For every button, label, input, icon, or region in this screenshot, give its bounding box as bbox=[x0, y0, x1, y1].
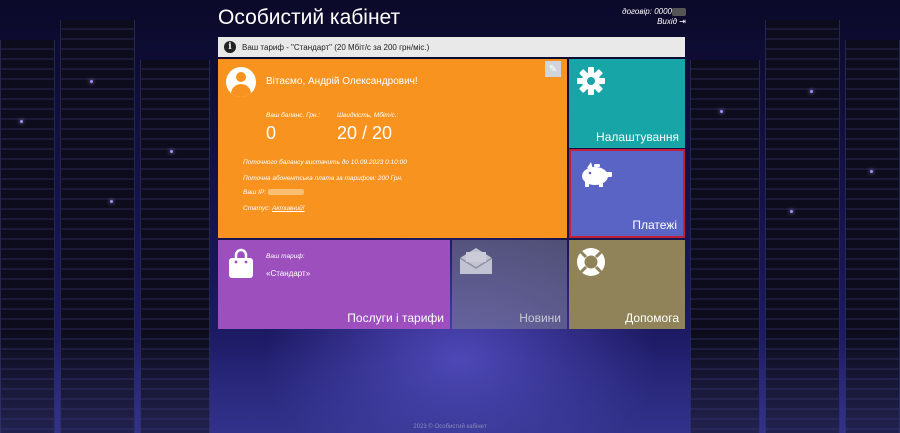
status-label: Статус: bbox=[243, 205, 271, 212]
status-row: Статус: Активний! bbox=[243, 205, 305, 212]
footer-copyright: 2023 © Особистий кабінет bbox=[413, 424, 487, 430]
envelope-icon bbox=[459, 248, 493, 274]
current-tariff-label: Ваш тариф: bbox=[266, 253, 305, 260]
piggy-bank-icon bbox=[582, 162, 612, 187]
account-panel: договір: 0000 Вихід ⇥ bbox=[622, 7, 686, 27]
status-link[interactable]: Активний! bbox=[272, 205, 305, 212]
speed-value: 20 / 20 bbox=[337, 123, 393, 143]
news-tile[interactable]: Новини bbox=[452, 240, 567, 329]
logout-link[interactable]: Вихід ⇥ bbox=[622, 17, 686, 27]
logout-label: Вихід bbox=[657, 17, 678, 26]
help-tile[interactable]: Допомога bbox=[569, 240, 685, 329]
greeting-text: Вітаємо, Андрій Олександрович! bbox=[266, 76, 418, 87]
edit-button[interactable]: ✎ bbox=[545, 61, 561, 77]
user-avatar-icon bbox=[226, 67, 256, 97]
redacted-ip bbox=[267, 189, 304, 196]
ip-address-row: Ваш IP: bbox=[243, 189, 304, 196]
payments-tile-title: Платежі bbox=[632, 218, 677, 232]
subscription-fee-text: Поточна абонентська плата за тарифом: 20… bbox=[243, 175, 403, 182]
ip-label: Ваш IP: bbox=[243, 189, 267, 196]
contract-number: договір: 0000 bbox=[622, 7, 686, 17]
help-tile-title: Допомога bbox=[625, 311, 679, 325]
redacted-contract-digits bbox=[672, 7, 686, 16]
balance-forecast-text: Поточного балансу вистачить до 10.09.202… bbox=[243, 159, 407, 166]
edit-icon: ✎ bbox=[548, 63, 558, 75]
gear-icon bbox=[577, 67, 605, 95]
lifebuoy-icon bbox=[577, 248, 605, 276]
payments-tile[interactable]: Платежі bbox=[569, 149, 685, 238]
page-title: Особистий кабінет bbox=[218, 6, 401, 29]
tariff-info-bar: i Ваш тариф - "Стандарт" (20 Мбіт/с за 2… bbox=[218, 37, 685, 57]
settings-tile[interactable]: Налаштування bbox=[569, 59, 685, 148]
account-summary-tile: ✎ Вітаємо, Андрій Олександрович! Ваш бал… bbox=[218, 59, 567, 238]
shopping-bag-icon bbox=[229, 248, 253, 278]
services-tile[interactable]: Ваш тариф: «Стандарт» Послуги і тарифи bbox=[218, 240, 450, 329]
info-icon: i bbox=[224, 41, 236, 53]
news-tile-title: Новини bbox=[519, 311, 561, 325]
logout-icon: ⇥ bbox=[679, 17, 686, 26]
speed-label: Швидкість, Мбіт/с.: bbox=[337, 112, 399, 119]
current-tariff-name: «Стандарт» bbox=[266, 269, 311, 278]
settings-tile-title: Налаштування bbox=[596, 130, 679, 144]
tariff-info-text: Ваш тариф - "Стандарт" (20 Мбіт/с за 200… bbox=[242, 42, 430, 52]
balance-label: Ваш баланс, Грн.: bbox=[266, 112, 321, 119]
services-tile-title: Послуги і тарифи bbox=[347, 311, 444, 325]
balance-value: 0 bbox=[266, 123, 277, 143]
